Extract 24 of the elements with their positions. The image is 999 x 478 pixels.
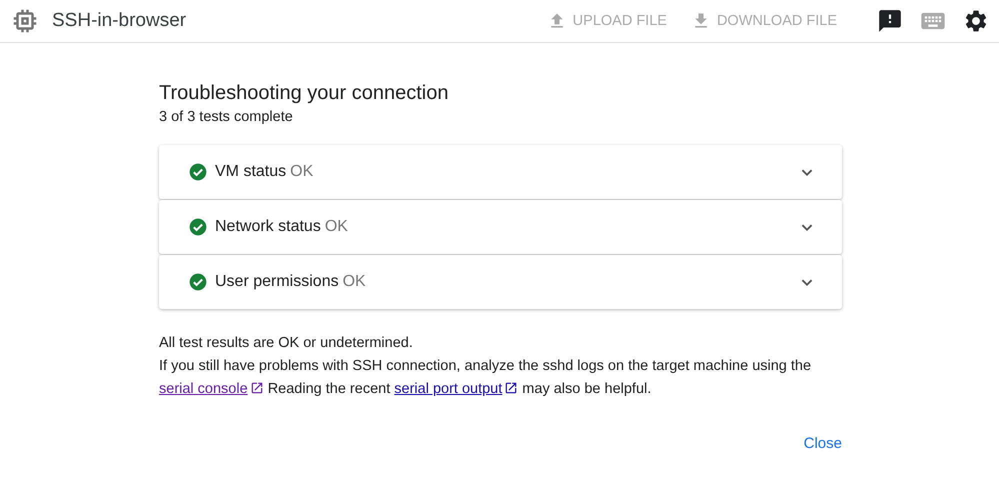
check-circle-icon xyxy=(188,272,208,292)
app-title: SSH-in-browser xyxy=(52,10,186,32)
test-panel[interactable]: VM status OK xyxy=(159,145,842,199)
link[interactable]: serial console xyxy=(159,381,264,397)
test-name: VM status xyxy=(215,163,286,181)
check-circle-icon xyxy=(188,162,208,182)
test-panel[interactable]: User permissions OK xyxy=(159,255,842,309)
settings-icon[interactable] xyxy=(963,8,989,34)
test-panel[interactable]: Network status OK xyxy=(159,200,842,254)
feedback-icon[interactable] xyxy=(877,8,903,34)
close-button[interactable]: Close xyxy=(804,431,842,456)
test-status: OK xyxy=(342,273,366,291)
test-status: OK xyxy=(290,163,314,181)
summary-text: All test results are OK or undetermined. xyxy=(159,335,414,351)
progress-text: 3 of 3 tests complete xyxy=(159,109,294,125)
test-name: Network status xyxy=(215,218,321,236)
dialog-title: Troubleshooting your connection xyxy=(159,82,450,105)
test-status: OK xyxy=(324,218,348,236)
link[interactable]: serial port output xyxy=(394,381,518,397)
external-link-icon xyxy=(504,381,518,395)
external-link-icon xyxy=(250,381,264,395)
test-name: User permissions xyxy=(215,273,339,291)
check-circle-icon xyxy=(188,217,208,237)
help-text: If you still have problems with SSH connection, analyze the sshd logs on the target machine using the serial console Reading the recent serial port output may also be helpful. xyxy=(159,357,812,399)
